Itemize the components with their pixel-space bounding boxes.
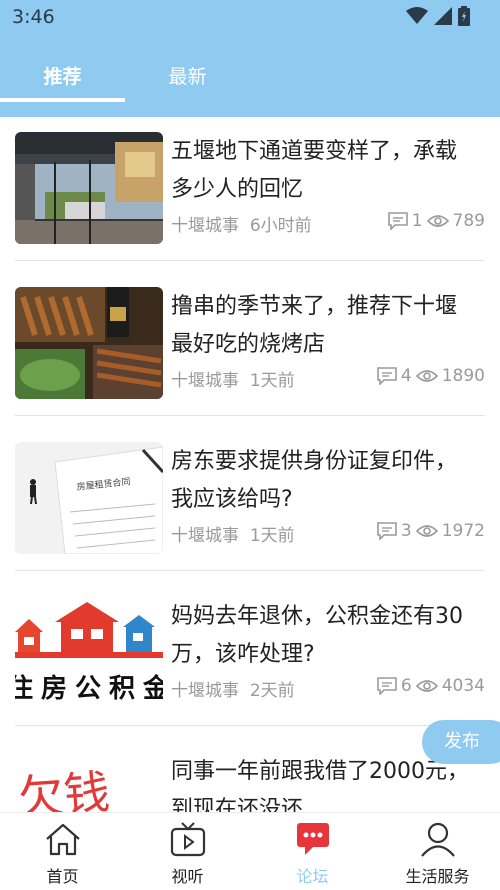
comment-count: 6 — [400, 676, 412, 696]
view-count: 1972 — [441, 521, 485, 541]
tab-indicator — [0, 98, 125, 102]
eye-icon — [415, 680, 438, 692]
post-item[interactable]: 欠钱 同事一年前跟我借了2000元，到现在还没还 — [15, 737, 485, 813]
divider — [15, 260, 485, 261]
nav-video[interactable]: 视听 — [125, 821, 250, 887]
comment-icon — [377, 367, 397, 385]
nav-life-service-label: 生活服务 — [405, 867, 470, 886]
post-meta: 十堰城事 2天前 — [171, 676, 295, 701]
post-stats: 3 1972 — [377, 521, 485, 541]
comment-icon — [387, 212, 408, 230]
post-item[interactable]: 住房公积金 妈妈去年退休，公积金还有30万，该咋处理? 十堰城事 2天前 6 4… — [15, 582, 485, 737]
forum-icon — [296, 823, 329, 855]
housing-fund-text: 住房公积金 — [15, 673, 163, 704]
post-item[interactable]: 五堰地下通道要变样了，承载多少人的回忆 十堰城事 6小时前 1 789 — [15, 117, 485, 272]
user-icon — [420, 822, 455, 857]
divider — [15, 725, 485, 726]
divider — [15, 570, 485, 571]
post-stats: 6 4034 — [377, 676, 485, 696]
post-thumbnail: 房屋租赁合同 — [15, 442, 163, 554]
nav-home-label: 首页 — [46, 867, 79, 886]
publish-button[interactable]: 发布 — [422, 720, 500, 764]
comment-count: 3 — [400, 521, 412, 541]
eye-icon — [415, 525, 438, 537]
view-count: 1890 — [441, 366, 485, 386]
eye-icon — [415, 370, 438, 382]
post-title: 房东要求提供身份证复印件，我应该给吗? — [171, 449, 458, 512]
post-meta: 十堰城事 1天前 — [171, 521, 295, 546]
nav-video-label: 视听 — [171, 867, 204, 886]
post-title: 妈妈去年退休，公积金还有30万，该咋处理? — [171, 604, 463, 667]
comment-icon — [377, 522, 397, 540]
post-title: 五堰地下通道要变样了，承载多少人的回忆 — [171, 139, 458, 202]
nav-life-service[interactable]: 生活服务 — [375, 821, 500, 887]
tab-latest[interactable]: 最新 — [125, 58, 250, 98]
post-thumbnail — [15, 132, 163, 244]
wifi-icon — [406, 7, 428, 24]
view-count: 4034 — [441, 676, 485, 696]
battery-icon — [458, 6, 470, 26]
comment-icon — [377, 677, 397, 695]
post-thumbnail: 住房公积金 — [15, 597, 163, 709]
eye-icon — [426, 215, 449, 227]
post-stats: 4 1890 — [377, 366, 485, 386]
comment-count: 4 — [400, 366, 412, 386]
home-icon — [45, 823, 80, 856]
comment-count: 1 — [411, 211, 423, 231]
post-time: 2天前 — [249, 681, 295, 701]
tab-recommend[interactable]: 推荐 — [0, 58, 125, 98]
post-title: 撸串的季节来了，推荐下十堰最好吃的烧烤店 — [171, 294, 458, 357]
post-meta: 十堰城事 1天前 — [171, 366, 295, 391]
post-meta: 十堰城事 6小时前 — [171, 211, 312, 236]
post-title: 同事一年前跟我借了2000元，到现在还没还 — [171, 759, 469, 813]
status-icons — [406, 6, 470, 26]
post-list: 五堰地下通道要变样了，承载多少人的回忆 十堰城事 6小时前 1 789 撸串的季… — [0, 117, 500, 813]
post-thumbnail — [15, 287, 163, 399]
post-source: 十堰城事 — [171, 526, 239, 546]
video-icon — [170, 822, 205, 857]
nav-home[interactable]: 首页 — [0, 821, 125, 887]
view-count: 789 — [452, 211, 485, 231]
post-time: 1天前 — [249, 526, 295, 546]
nav-forum[interactable]: 论坛 — [250, 821, 375, 887]
bottom-nav: 首页 视听 论坛 生活服务 — [0, 812, 500, 890]
post-source: 十堰城事 — [171, 681, 239, 701]
post-item[interactable]: 房屋租赁合同 房东要求提供身份证复印件，我应该给吗? 十堰城事 1天前 3 19… — [15, 427, 485, 582]
status-time: 3:46 — [12, 6, 55, 28]
post-source: 十堰城事 — [171, 371, 239, 391]
post-source: 十堰城事 — [171, 216, 239, 236]
post-stats: 1 789 — [387, 211, 485, 231]
owe-money-text: 欠钱 — [16, 765, 112, 813]
post-time: 6小时前 — [249, 216, 312, 236]
divider — [15, 415, 485, 416]
nav-forum-label: 论坛 — [296, 867, 329, 886]
tab-bar: 推荐 最新 — [0, 58, 500, 102]
post-item[interactable]: 撸串的季节来了，推荐下十堰最好吃的烧烤店 十堰城事 1天前 4 1890 — [15, 272, 485, 427]
post-time: 1天前 — [249, 371, 295, 391]
header: 3:46 推荐 最新 — [0, 0, 500, 117]
status-bar: 3:46 — [0, 0, 500, 34]
post-thumbnail: 欠钱 — [15, 752, 163, 813]
signal-icon — [434, 7, 452, 25]
